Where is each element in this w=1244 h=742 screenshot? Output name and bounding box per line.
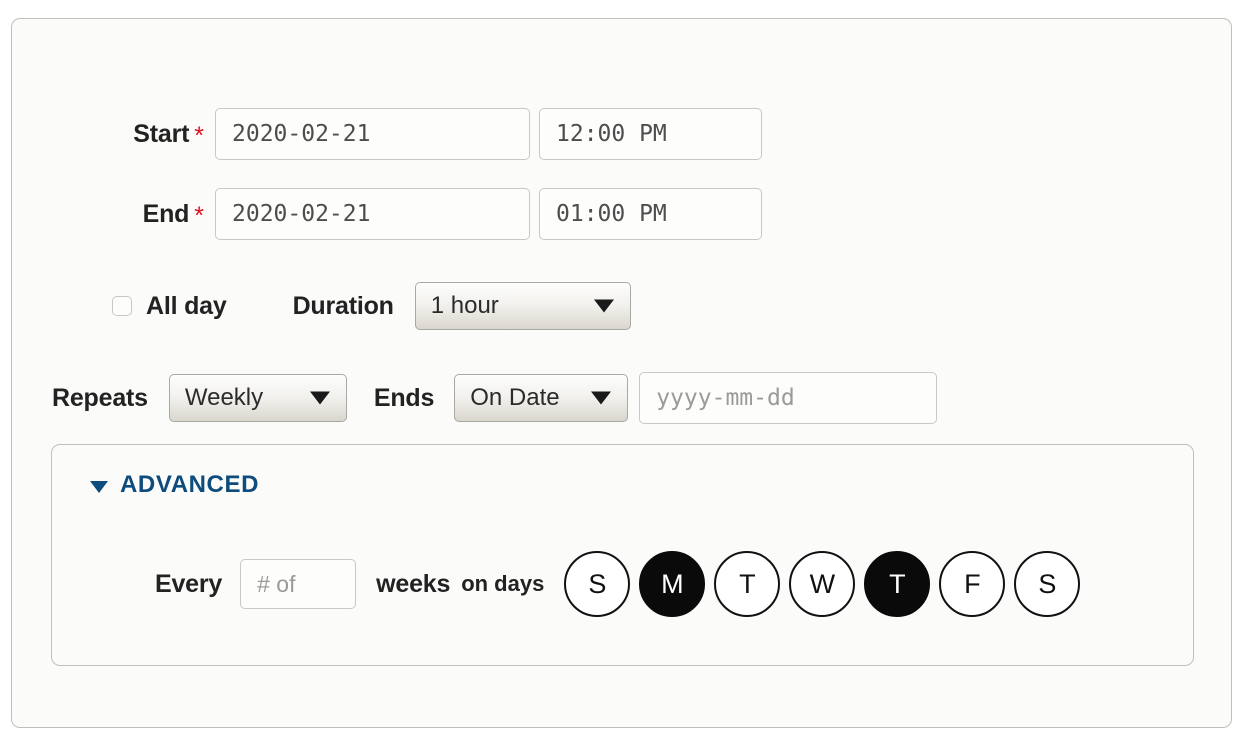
weekday-toggle-saturday[interactable]: S [1014, 551, 1081, 617]
interval-input[interactable] [240, 559, 357, 609]
start-time-input[interactable] [539, 108, 762, 160]
weekday-toggle-tuesday[interactable]: T [714, 551, 781, 617]
ends-select-value: On Date [470, 384, 560, 411]
end-time-input[interactable] [539, 188, 762, 240]
repeats-select[interactable]: Weekly [168, 374, 347, 422]
repeats-label: Repeats [52, 383, 148, 412]
chevron-down-icon [309, 391, 330, 405]
ends-select[interactable]: On Date [454, 374, 629, 422]
end-date-input[interactable] [215, 188, 530, 240]
advanced-panel: ADVANCED Every weeks on days S M T W T F… [51, 444, 1194, 666]
weekday-toggle-group: S M T W T F S [564, 551, 1081, 617]
weekday-toggle-wednesday[interactable]: W [789, 551, 856, 617]
start-date-input[interactable] [215, 108, 530, 160]
duration-label: Duration [292, 291, 394, 320]
event-recurrence-card: Start* End* All day Duration 1 hour Repe… [11, 18, 1232, 728]
end-label-wrap: End * [12, 199, 204, 230]
on-days-label: on days [461, 571, 545, 596]
start-label: Start [133, 119, 190, 148]
advanced-title: ADVANCED [120, 471, 260, 498]
end-label: End [142, 199, 190, 228]
chevron-down-icon [591, 391, 612, 405]
duration-select[interactable]: 1 hour [414, 282, 631, 330]
all-day-label: All day [146, 291, 227, 320]
every-label: Every [155, 569, 223, 598]
start-required-asterisk: * [194, 121, 204, 150]
weekday-toggle-thursday[interactable]: T [864, 551, 931, 617]
weekday-toggle-sunday[interactable]: S [564, 551, 631, 617]
duration-select-value: 1 hour [430, 292, 499, 319]
repeats-ends-row: Repeats Weekly Ends On Date [52, 372, 938, 424]
weekday-toggle-friday[interactable]: F [939, 551, 1006, 617]
triangle-down-icon [90, 481, 108, 493]
weeks-label: weeks [376, 569, 451, 598]
weekday-toggle-monday[interactable]: M [639, 551, 706, 617]
chevron-down-icon [593, 299, 614, 313]
allday-duration-row: All day Duration 1 hour [112, 282, 631, 330]
recurrence-days-row: Every weeks on days S M T W T F S [155, 551, 1081, 617]
repeats-select-value: Weekly [184, 384, 264, 411]
start-label-wrap: Start * [12, 119, 204, 150]
end-row: End * [12, 188, 1231, 240]
end-required-asterisk: * [194, 201, 204, 230]
all-day-checkbox[interactable] [112, 296, 132, 316]
advanced-toggle[interactable]: ADVANCED [90, 471, 259, 499]
ends-on-date-input[interactable] [639, 372, 938, 424]
ends-label: Ends [373, 383, 435, 412]
start-row: Start * [12, 108, 1231, 160]
